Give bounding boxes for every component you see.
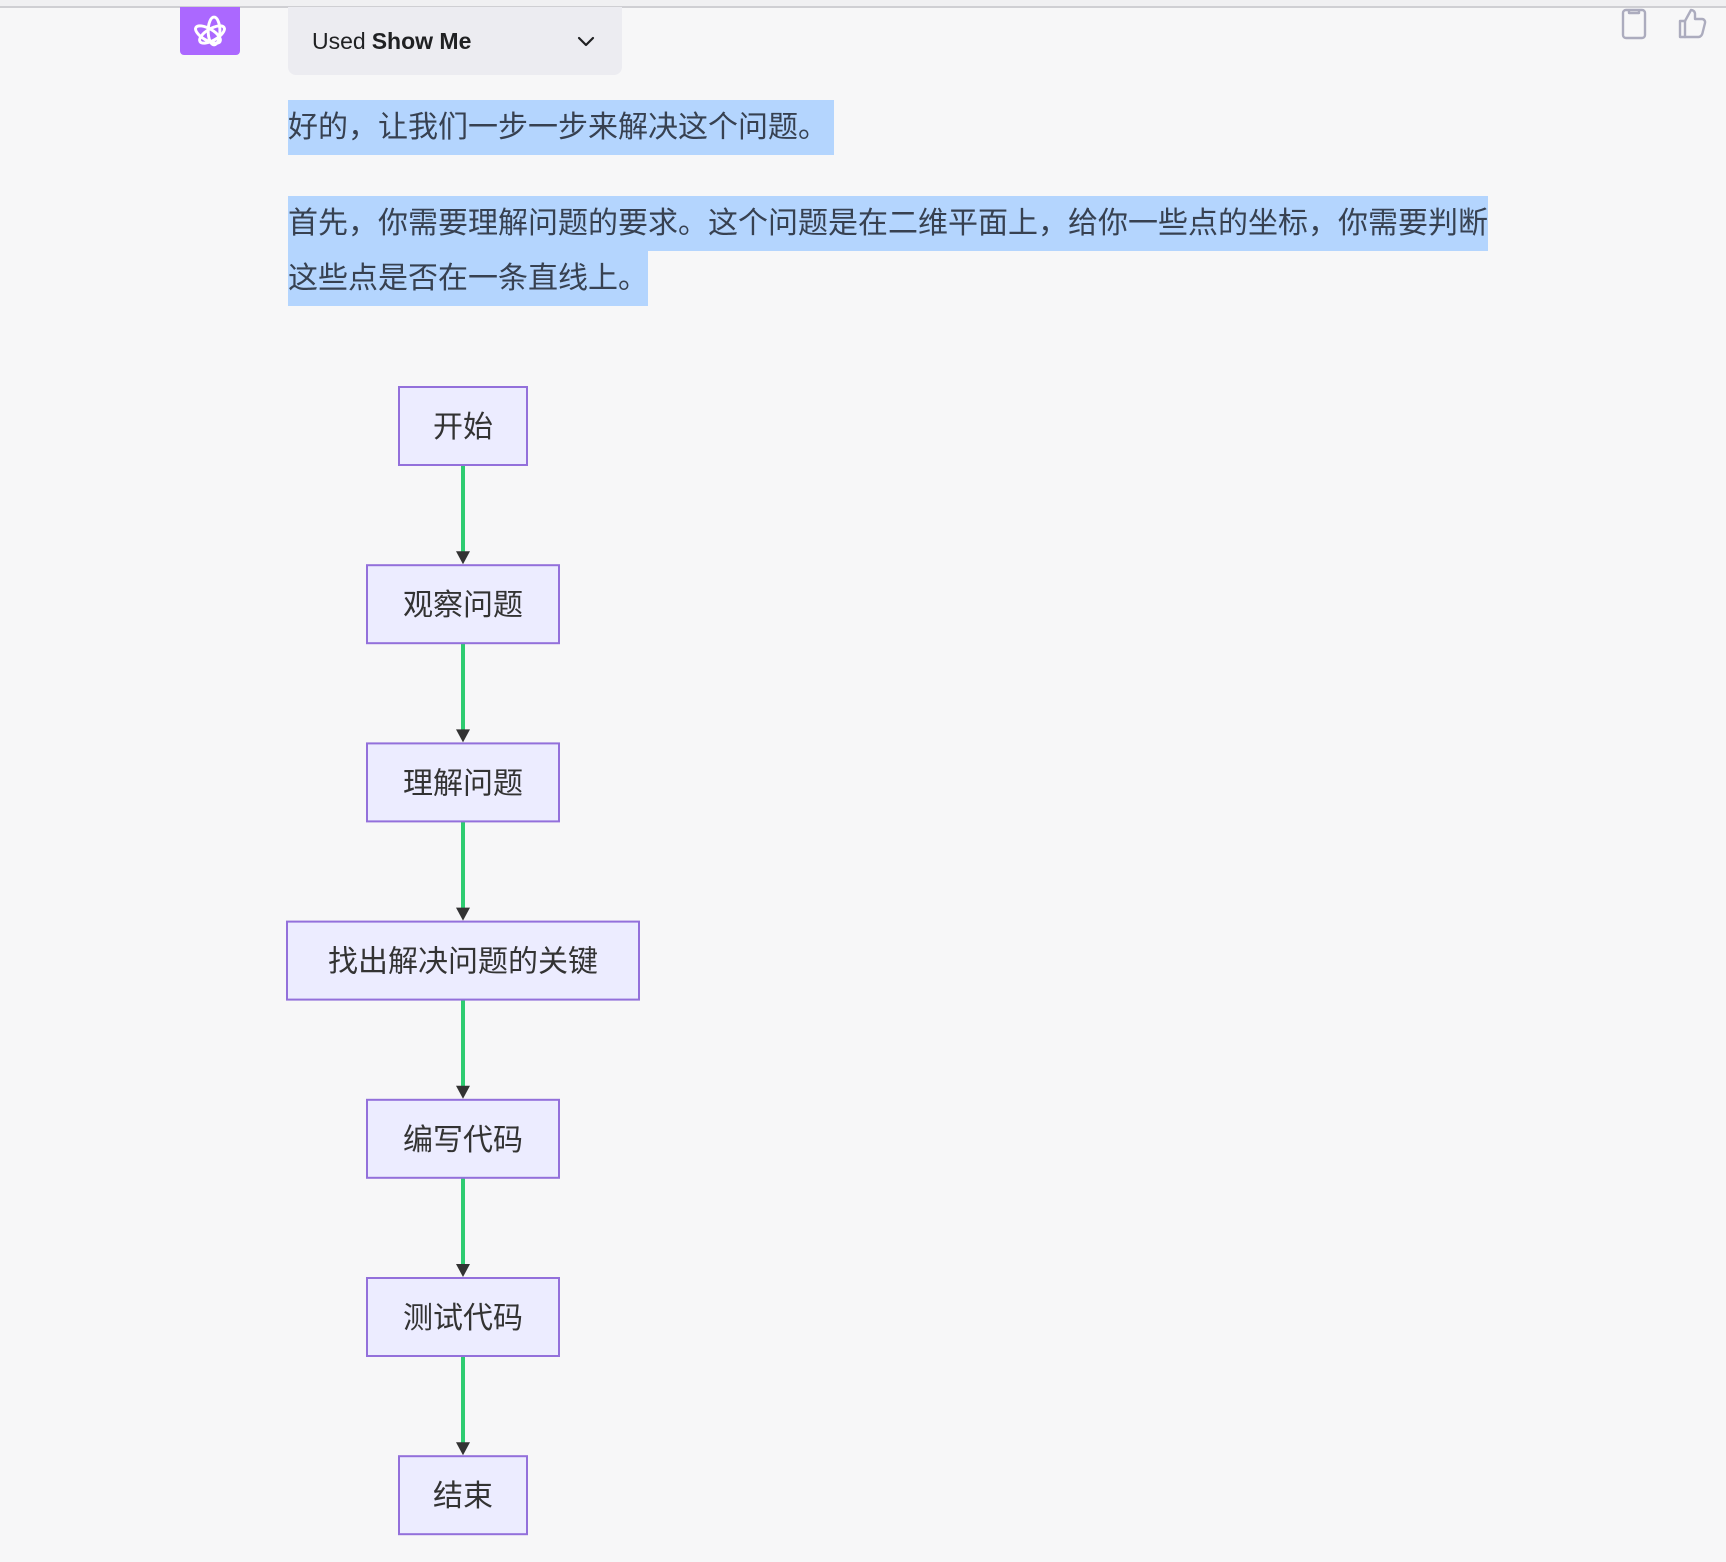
flow-node-label: 开始 [433,410,493,445]
flow-node-label: 测试代码 [403,1301,523,1336]
thumbs-up-icon[interactable] [1676,6,1708,40]
flow-node-label: 观察问题 [403,588,523,623]
window-top-border [0,0,1726,8]
tool-use-toggle[interactable]: Used Show Me [288,7,622,75]
flow-node-start: 开始 [398,386,528,466]
arrowhead-icon [456,1085,470,1099]
arrowhead-icon [456,551,470,565]
paragraph-1-text: 好的，让我们一步一步来解决这个问题。 [288,100,834,155]
flow-node-observe: 观察问题 [366,564,560,645]
flow-node-label: 结束 [433,1479,493,1514]
tool-use-prefix: Used [312,27,366,54]
flow-node-label: 编写代码 [403,1123,523,1158]
assistant-avatar [180,7,240,55]
chevron-down-icon[interactable] [574,29,598,53]
arrowhead-icon [456,907,470,921]
message-actions [1618,6,1708,40]
arrowhead-icon [456,729,470,743]
flow-node-test_code: 测试代码 [366,1277,560,1357]
arrowhead-icon [456,1264,470,1277]
paragraph-2-line-1: 首先，你需要理解问题的要求。这个问题是在二维平面上，给你一些点的坐标，你需要判断 [288,196,1488,251]
message-paragraph-1: 好的，让我们一步一步来解决这个问题。 [288,100,834,155]
flow-node-end: 结束 [398,1455,528,1536]
plugin-name: Show Me [371,27,472,54]
clipboard-icon[interactable] [1618,6,1650,40]
flow-node-write_code: 编写代码 [366,1098,560,1179]
paragraph-2-line-2: 这些点是否在一条直线上。 [288,251,648,306]
flow-node-understand: 理解问题 [366,742,560,823]
flow-node-label: 找出解决问题的关键 [328,945,598,980]
flow-node-find_key: 找出解决问题的关键 [286,920,640,1001]
flow-node-label: 理解问题 [403,766,523,801]
message-paragraph-2: 首先，你需要理解问题的要求。这个问题是在二维平面上，给你一些点的坐标，你需要判断… [288,196,1588,306]
arrowhead-icon [456,1442,470,1456]
openai-logo-icon [194,15,226,47]
